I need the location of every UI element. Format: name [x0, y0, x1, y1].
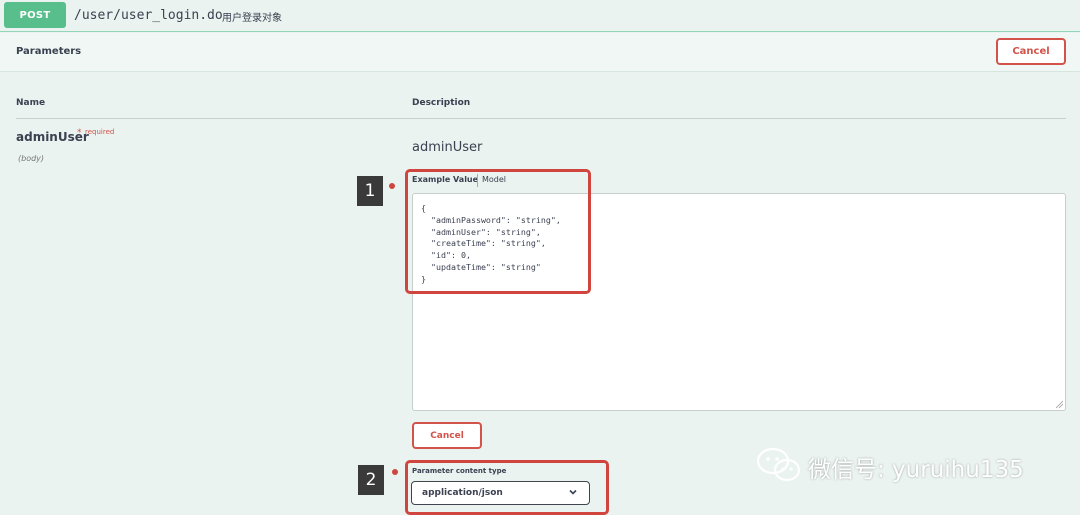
- required-label: required: [85, 128, 115, 136]
- wechat-icon: [756, 447, 801, 482]
- operation-summary: 用户登录对象: [222, 13, 282, 24]
- callout-number-1: 1: [357, 176, 383, 206]
- column-header-name: Name: [16, 98, 46, 108]
- callout-dot-1: [389, 183, 395, 189]
- method-badge: POST: [4, 2, 66, 28]
- required-star: *: [77, 128, 82, 138]
- callout-dot-2: [392, 469, 398, 475]
- resize-grip-icon[interactable]: [1054, 399, 1064, 409]
- callout-box-1: [405, 169, 591, 294]
- column-header-description: Description: [412, 98, 471, 108]
- callout-number-2: 2: [358, 465, 384, 495]
- operation-path: /user/user_login.do: [74, 8, 223, 23]
- parameters-header: [0, 33, 1080, 72]
- callout-box-2: [405, 460, 609, 515]
- cancel-button[interactable]: Cancel: [996, 38, 1066, 65]
- divider: [16, 118, 1066, 119]
- watermark-text: 微信号: yuruihu135: [808, 457, 1024, 483]
- parameter-description: adminUser: [412, 140, 483, 155]
- body-cancel-button[interactable]: Cancel: [412, 422, 482, 449]
- parameters-title: Parameters: [16, 46, 82, 57]
- parameter-location: (body): [18, 154, 45, 163]
